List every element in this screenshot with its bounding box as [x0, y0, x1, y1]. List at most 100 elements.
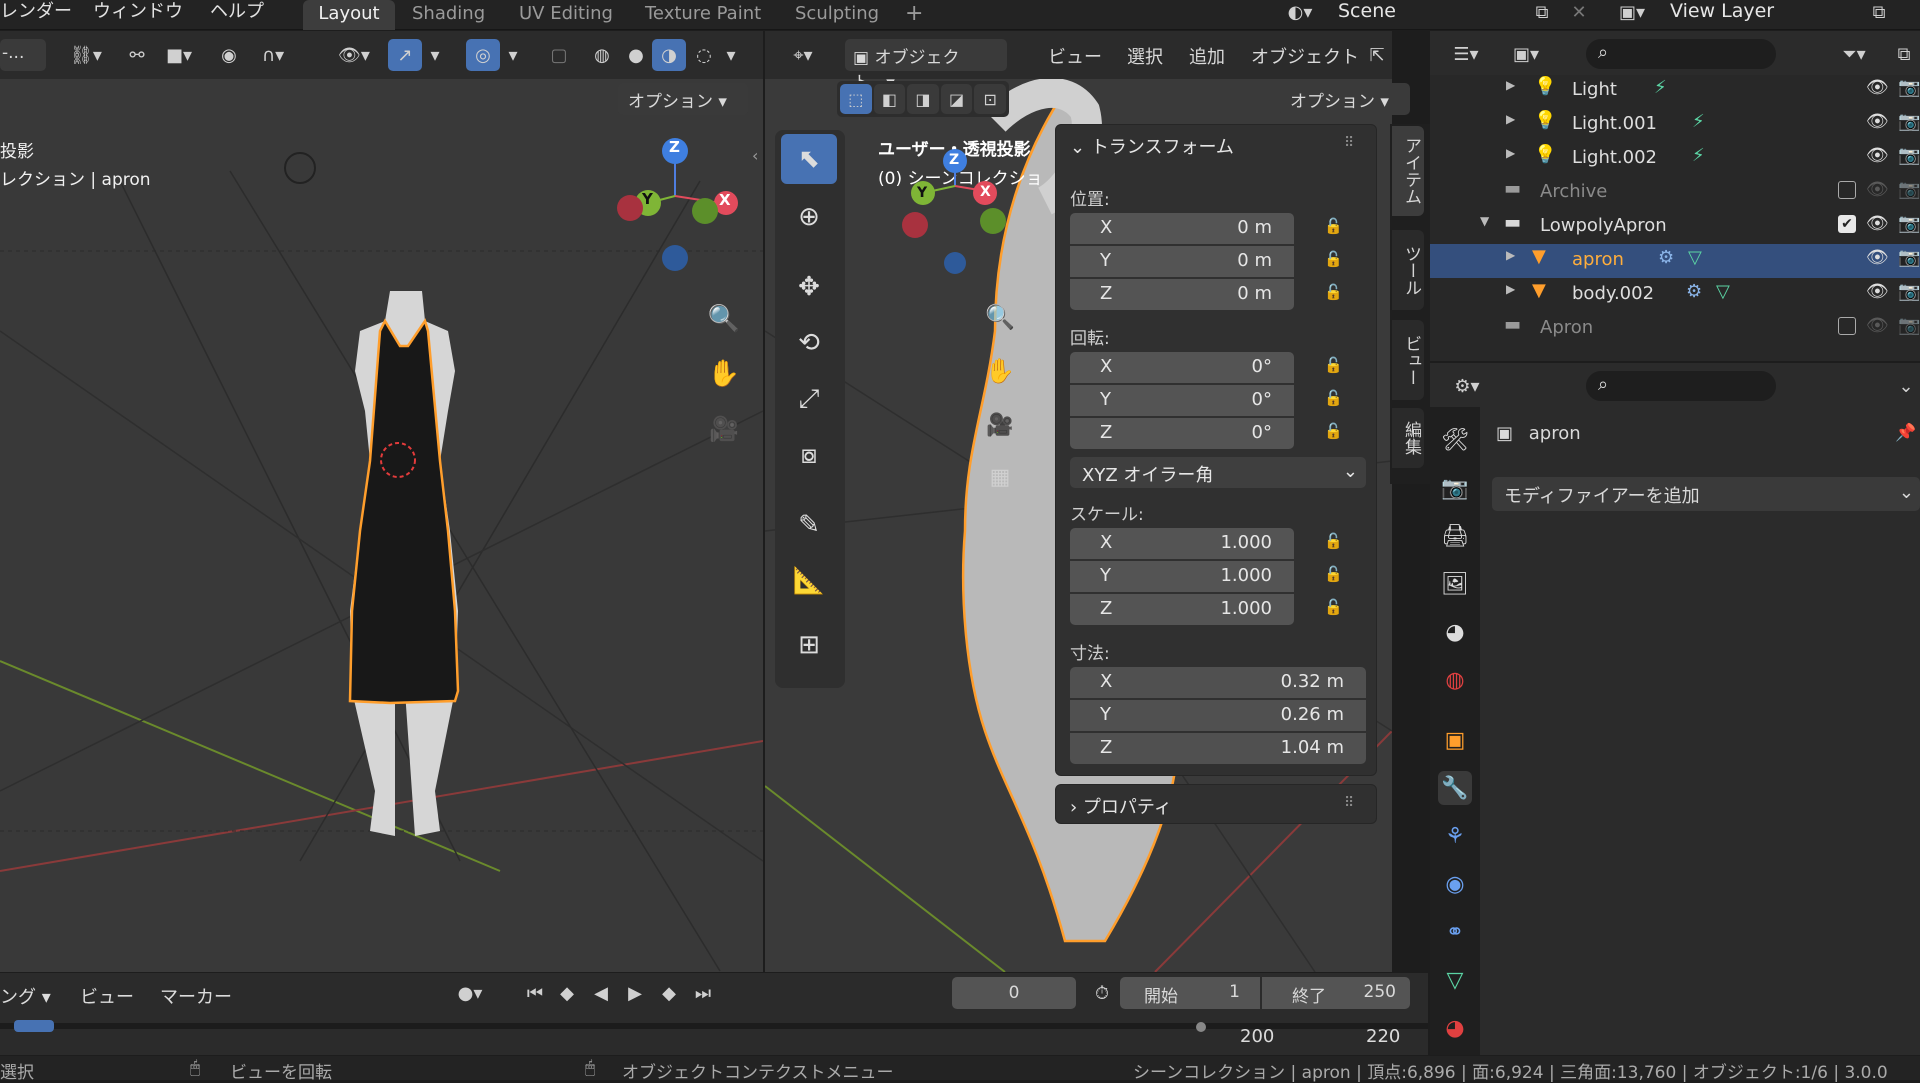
start-frame-field[interactable]: 開始 1	[1120, 977, 1260, 1009]
panel-grip-icon[interactable]: ⠿	[1344, 135, 1354, 151]
view-layer-selector-icon[interactable]: ▣▾	[1608, 0, 1656, 24]
filter-icon[interactable]: ⏷▾	[1830, 39, 1878, 69]
overlay-toggle-icon[interactable]: ◎	[466, 39, 500, 71]
outliner-search-input[interactable]: ⌕	[1586, 39, 1776, 69]
eye-icon[interactable]: 👁	[1866, 111, 1889, 132]
outliner-row[interactable]: ▬ Archive 👁 📷	[1430, 176, 1920, 210]
prev-keyframe-icon[interactable]: ◆	[552, 977, 582, 1009]
end-frame-field[interactable]: 終了 250	[1262, 977, 1410, 1009]
right-pan-hand-icon[interactable]: ✋	[978, 349, 1022, 393]
scale-y-field[interactable]: Y 1.000	[1070, 561, 1294, 592]
outliner-row[interactable]: ▬ Apron 👁 📷	[1430, 312, 1920, 346]
camera-icon[interactable]: 📷	[1898, 111, 1920, 132]
add-cube-tool-icon[interactable]: ⊞	[781, 620, 837, 670]
outliner-editor-type-icon[interactable]: ☰▾	[1442, 39, 1490, 69]
world-tab-icon[interactable]: ◍	[1438, 663, 1472, 697]
lock-icon[interactable]: 🔓	[1324, 389, 1344, 411]
left-options-button[interactable]: オプション ▾	[618, 83, 748, 115]
outliner-row[interactable]: ▶ ▼ body.002 ⚙ ▽ 👁 📷	[1430, 278, 1920, 312]
constraints-tab-icon[interactable]: ⚭	[1438, 915, 1472, 949]
left-mode-dropdown[interactable]: -...	[0, 39, 46, 71]
dimensions-y-field[interactable]: Y 0.26 m	[1070, 700, 1366, 731]
lock-icon[interactable]: 🔓	[1324, 565, 1344, 587]
camera-icon[interactable]: 📷	[1898, 213, 1920, 234]
location-z-field[interactable]: Z0 m	[1070, 279, 1294, 310]
lock-icon[interactable]: 🔓	[1324, 356, 1344, 378]
camera-view-icon[interactable]: 🎥	[701, 406, 747, 452]
editor-type-icon[interactable]: ⌖▾	[780, 39, 826, 71]
sidebar-tab-tool[interactable]: ツール	[1392, 230, 1424, 310]
gizmo-dropdown-icon[interactable]: ▾	[424, 39, 446, 71]
physics-tab-icon[interactable]: ◉	[1438, 867, 1472, 901]
left-navigation-gizmo[interactable]	[610, 131, 740, 301]
panel-grip-icon[interactable]: ⠿	[1344, 795, 1354, 811]
left-viewport[interactable]: Z X Y 🔍 ✋ 🎥 投影 レクション | apron ‹	[0, 31, 763, 972]
scene-selector-icon[interactable]: ◐▾	[1275, 0, 1325, 24]
lock-icon[interactable]: 🔓	[1324, 598, 1344, 620]
zoom-icon[interactable]: 🔍	[701, 296, 747, 342]
exclude-checkbox[interactable]: ✔	[1838, 215, 1856, 233]
collapse-arrow-icon[interactable]: ‹	[752, 146, 758, 165]
shading-dropdown-icon[interactable]: ▾	[720, 39, 742, 71]
playhead[interactable]	[14, 1020, 54, 1032]
tab-uv-editing[interactable]: UV Editing	[519, 0, 613, 30]
overlay-dropdown-icon[interactable]: ▾	[502, 39, 524, 71]
expand-arrow-icon[interactable]: ▶	[1506, 146, 1515, 160]
menu-render[interactable]: レンダー	[0, 0, 72, 28]
timeline-scrollbar[interactable]	[0, 1023, 1428, 1029]
play-reverse-icon[interactable]: ◀	[586, 977, 616, 1009]
tab-sculpting[interactable]: Sculpting	[795, 0, 879, 30]
move-tool-icon[interactable]: ✥	[781, 262, 837, 312]
transform-panel-header[interactable]: ⌄ トランスフォーム	[1070, 133, 1234, 159]
menu-object[interactable]: オブジェクト	[1251, 43, 1359, 69]
scale-z-field[interactable]: Z 1.000	[1070, 594, 1294, 625]
object-mode-dropdown[interactable]: ▣ オブジェクト...▾	[845, 39, 1007, 93]
location-x-field[interactable]: X0 m	[1070, 213, 1294, 244]
solid-shading-icon[interactable]: ●	[620, 39, 652, 71]
eye-icon[interactable]: 👁	[1866, 213, 1889, 234]
camera-icon[interactable]: 📷	[1898, 315, 1920, 336]
select-new-icon[interactable]: ⬚	[840, 84, 872, 114]
perspective-grid-icon[interactable]: ▦	[978, 455, 1022, 499]
rotation-x-field[interactable]: X 0°	[1070, 352, 1294, 383]
scene-tab-icon[interactable]: ◕	[1438, 615, 1472, 649]
modifier-tab-icon[interactable]: 🔧	[1438, 771, 1472, 805]
output-tab-icon[interactable]: 🖨	[1438, 519, 1472, 553]
expand-arrow-icon[interactable]: ▶	[1506, 282, 1515, 296]
apron-model[interactable]	[330, 271, 480, 841]
play-icon[interactable]: ▶	[620, 977, 650, 1009]
jump-end-icon[interactable]: ⏭	[688, 977, 718, 1009]
tool-tab-icon[interactable]: 🛠	[1438, 423, 1472, 457]
add-modifier-dropdown[interactable]: モディファイアーを追加 ⌄	[1492, 477, 1920, 511]
expand-arrow-icon[interactable]: ▶	[1506, 248, 1515, 262]
lock-icon[interactable]: 🔓	[1324, 532, 1344, 554]
rendered-shading-icon[interactable]: ◌	[688, 39, 720, 71]
proportional-editing-icon[interactable]: ◉	[214, 39, 244, 71]
annotate-tool-icon[interactable]: ✎	[781, 500, 837, 550]
eye-icon[interactable]: 👁	[1866, 281, 1889, 302]
scale-tool-icon[interactable]: ⤢	[781, 374, 837, 424]
scale-x-field[interactable]: X 1.000	[1070, 528, 1294, 559]
cursor-tool-icon[interactable]: ⊕	[781, 192, 837, 242]
properties-editor-type-icon[interactable]: ⚙▾	[1442, 371, 1492, 401]
falloff-icon[interactable]: ∩▾	[250, 39, 296, 71]
next-keyframe-icon[interactable]: ◆	[654, 977, 684, 1009]
location-y-field[interactable]: Y0 m	[1070, 246, 1294, 277]
properties-subpanel[interactable]: › プロパティ ⠿	[1055, 784, 1377, 824]
outliner-row[interactable]: ▶ 💡 Light ⚡ 👁 📷	[1430, 74, 1920, 108]
lock-icon[interactable]: 🔓	[1324, 422, 1344, 444]
properties-search-input[interactable]: ⌕	[1586, 371, 1776, 401]
eye-icon[interactable]: 👁	[1866, 247, 1889, 268]
eye-icon[interactable]: 👁	[1866, 77, 1889, 98]
eye-icon[interactable]: 👁	[1866, 315, 1889, 336]
exclude-checkbox[interactable]	[1838, 181, 1856, 199]
wireframe-shading-icon[interactable]: ◍	[586, 39, 618, 71]
sidebar-tab-item[interactable]: アイテム	[1392, 126, 1424, 216]
timeline-mode-dropdown[interactable]: ング ▾	[0, 983, 51, 1009]
tab-texture-paint[interactable]: Texture Paint	[645, 0, 761, 30]
collapse-arrow-icon[interactable]: ▼	[1480, 214, 1489, 228]
measure-tool-icon[interactable]: 📐	[781, 556, 837, 606]
view-layer-tab-icon[interactable]: 🖼	[1438, 567, 1472, 601]
menu-select[interactable]: 選択	[1127, 43, 1163, 69]
outliner-row-selected[interactable]: ▶ ▼ apron ⚙ ▽ 👁 📷	[1430, 244, 1920, 278]
